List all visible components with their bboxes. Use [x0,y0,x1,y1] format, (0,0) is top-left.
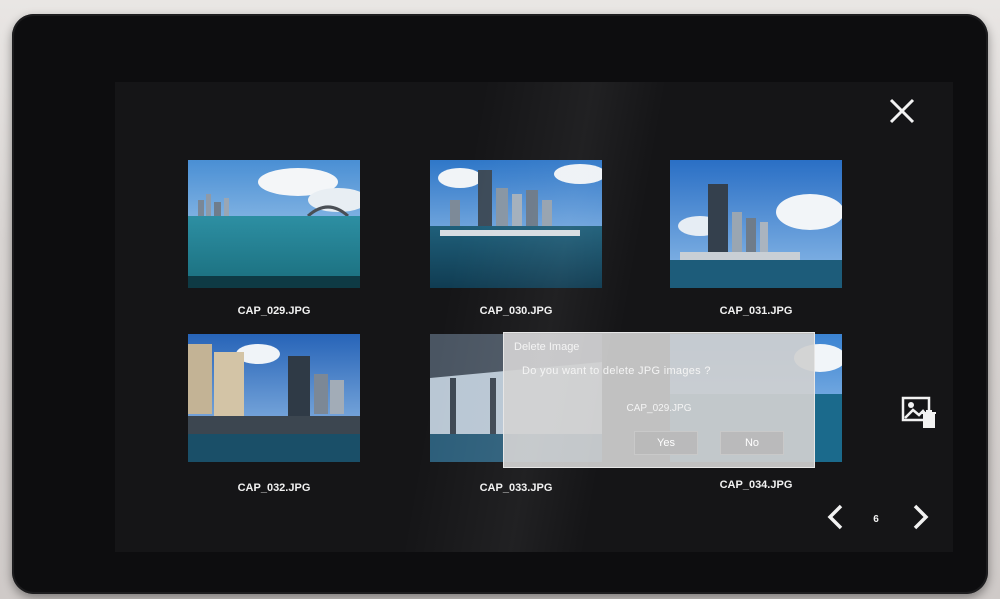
thumbnail-5-label: CAP_033.JPG [479,482,553,494]
chevron-left-icon[interactable] [821,502,849,532]
thumbnail-3-label: CAP_031.JPG [719,305,793,317]
thumbnail-2-label: CAP_030.JPG [479,305,553,317]
dialog-title: Delete Image [514,341,580,353]
yes-button[interactable]: Yes [634,431,698,455]
thumbnail-2[interactable] [430,160,602,288]
thumbnail-1[interactable] [188,160,360,288]
chevron-right-icon[interactable] [907,502,935,532]
thumbnail-6-label: CAP_034.JPG [719,479,793,491]
thumbnail-3[interactable] [670,160,842,288]
gallery-screen: CAP_029.JPG CAP_030.JPG CAP_031.JPG CAP_… [115,82,953,552]
page-number: 6 [873,514,879,525]
thumbnail-4-label: CAP_032.JPG [237,482,311,494]
delete-image-dialog: Delete Image Do you want to delete JPG i… [503,332,815,468]
monitor-bezel: CAP_029.JPG CAP_030.JPG CAP_031.JPG CAP_… [12,14,988,594]
no-button[interactable]: No [720,431,784,455]
image-delete-icon[interactable] [901,394,937,430]
dialog-file-name: CAP_029.JPG [626,403,692,414]
thumbnail-4[interactable] [188,334,360,462]
dialog-message: Do you want to delete JPG images ? [522,365,711,377]
close-icon[interactable] [885,94,919,128]
thumbnail-1-label: CAP_029.JPG [237,305,311,317]
